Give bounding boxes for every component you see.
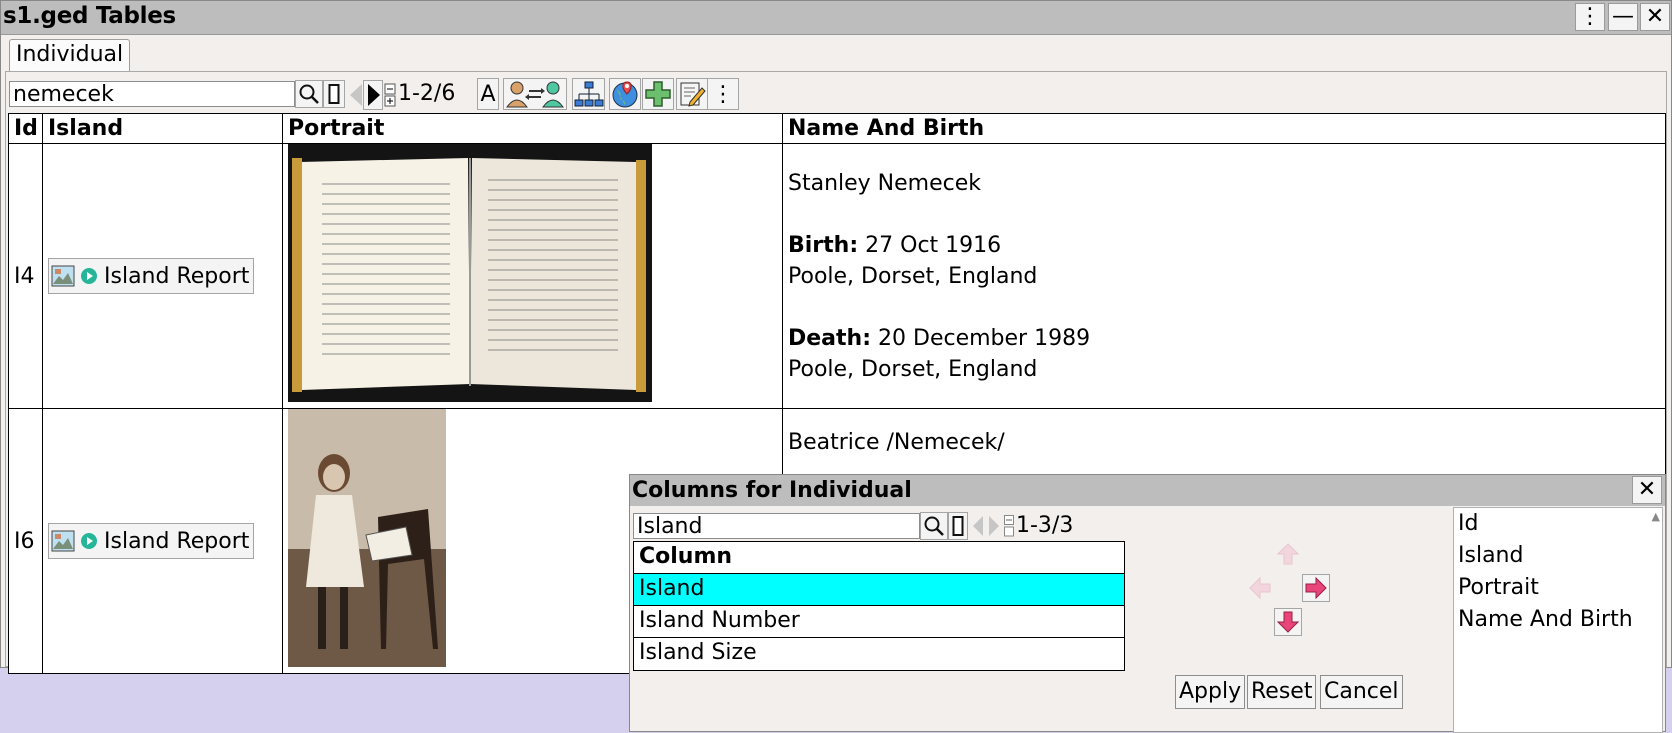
birth-date: 27 Oct 1916: [865, 232, 1002, 258]
tab-individual[interactable]: Individual: [9, 39, 131, 71]
move-up-icon[interactable]: [1274, 540, 1302, 568]
island-report-button[interactable]: Island Report: [48, 258, 255, 294]
island-report-icon: [51, 265, 75, 287]
death-line: Death: 20 December 1989: [788, 323, 1665, 354]
table-row[interactable]: I4 Island Report Stanley Nemecek Birth: …: [8, 143, 1666, 409]
reset-button[interactable]: Reset: [1247, 675, 1317, 709]
apply-button[interactable]: Apply: [1175, 675, 1246, 709]
record-count: 1-2/6: [398, 81, 456, 106]
available-columns-list: Column Island Island Number Island Size: [633, 541, 1125, 671]
island-report-icon: [51, 530, 75, 552]
death-place: Poole, Dorset, England: [788, 356, 1038, 382]
death-date: 20 December 1989: [878, 325, 1091, 351]
person-name: Beatrice /Nemecek/: [788, 430, 1005, 455]
birth-place: Poole, Dorset, England: [788, 263, 1038, 289]
portrait-image-girl: [288, 409, 446, 667]
cancel-button[interactable]: Cancel: [1320, 675, 1403, 709]
list-item[interactable]: Name And Birth: [1454, 604, 1662, 636]
window-menu-button[interactable]: ⋮: [1575, 3, 1605, 31]
dialog-title[interactable]: Columns for Individual: [630, 475, 1665, 506]
portrait-image-book: [288, 144, 652, 402]
list-item[interactable]: Portrait: [1454, 572, 1662, 604]
move-down-icon[interactable]: [1274, 608, 1302, 636]
column-header-island[interactable]: Island: [42, 113, 283, 144]
column-header-portrait[interactable]: Portrait: [282, 113, 783, 144]
birth-label: Birth:: [788, 232, 859, 258]
clear-filter-icon[interactable]: [948, 512, 968, 540]
id-cell: I6: [8, 408, 43, 674]
island-report-label: Island Report: [104, 263, 250, 289]
island-cell: Island Report: [42, 143, 283, 409]
move-right-icon[interactable]: [1302, 574, 1330, 602]
birth-line: Birth: 27 Oct 1916: [788, 230, 1665, 261]
font-button[interactable]: A: [477, 78, 499, 110]
close-button[interactable]: ✕: [1640, 3, 1670, 31]
portrait-cell: [282, 143, 783, 409]
person-name: Stanley Nemecek: [788, 170, 982, 196]
page-size-stepper[interactable]: [1004, 515, 1014, 537]
name-and-birth-cell: Stanley Nemecek Birth: 27 Oct 1916 Poole…: [782, 143, 1666, 409]
id-cell: I4: [8, 143, 43, 409]
search-icon[interactable]: [295, 80, 323, 108]
tree-icon[interactable]: [572, 78, 605, 110]
list-item[interactable]: Island: [634, 574, 1124, 606]
column-search-input[interactable]: [633, 513, 920, 539]
prev-page-icon[interactable]: [970, 513, 986, 539]
search-input[interactable]: [9, 81, 295, 107]
table-header-row: Id Island Portrait Name And Birth: [8, 113, 1666, 144]
title-bar[interactable]: s1.ged Tables ⋮ — ✕: [1, 1, 1671, 35]
dialog-close-button[interactable]: ✕: [1632, 476, 1662, 504]
island-report-button[interactable]: Island Report: [48, 523, 255, 559]
column-list-header: Column: [634, 542, 1124, 574]
columns-dialog: Columns for Individual ✕ 1-3/3 Column Is…: [629, 474, 1666, 733]
death-label: Death:: [788, 325, 872, 351]
selected-columns-list[interactable]: ▲ Id Island Portrait Name And Birth: [1453, 507, 1663, 733]
move-left-icon[interactable]: [1246, 574, 1274, 602]
page-size-stepper[interactable]: [384, 83, 396, 107]
scroll-up-icon[interactable]: ▲: [1652, 510, 1660, 523]
next-page-icon[interactable]: [363, 80, 383, 110]
island-cell: Island Report: [42, 408, 283, 674]
map-icon[interactable]: [609, 78, 641, 110]
list-item[interactable]: Id: [1454, 508, 1662, 540]
list-item[interactable]: Island Size: [634, 638, 1124, 670]
column-count: 1-3/3: [1016, 513, 1074, 538]
minimize-button[interactable]: —: [1608, 3, 1638, 31]
column-header-id[interactable]: Id: [8, 113, 43, 144]
next-page-icon[interactable]: [986, 513, 1002, 539]
list-item[interactable]: Island: [1454, 540, 1662, 572]
more-options-icon[interactable]: ⋮: [707, 78, 739, 110]
play-icon: [81, 533, 97, 549]
add-icon[interactable]: [642, 78, 674, 110]
window-title: s1.ged Tables: [3, 3, 176, 29]
edit-icon[interactable]: [676, 78, 708, 110]
island-report-label: Island Report: [104, 528, 250, 554]
search-icon[interactable]: [920, 512, 948, 540]
swap-people-icon[interactable]: [503, 78, 567, 110]
list-item[interactable]: Island Number: [634, 606, 1124, 638]
column-header-name-and-birth[interactable]: Name And Birth: [782, 113, 1666, 144]
clear-filter-icon[interactable]: [323, 80, 345, 108]
play-icon: [81, 268, 97, 284]
